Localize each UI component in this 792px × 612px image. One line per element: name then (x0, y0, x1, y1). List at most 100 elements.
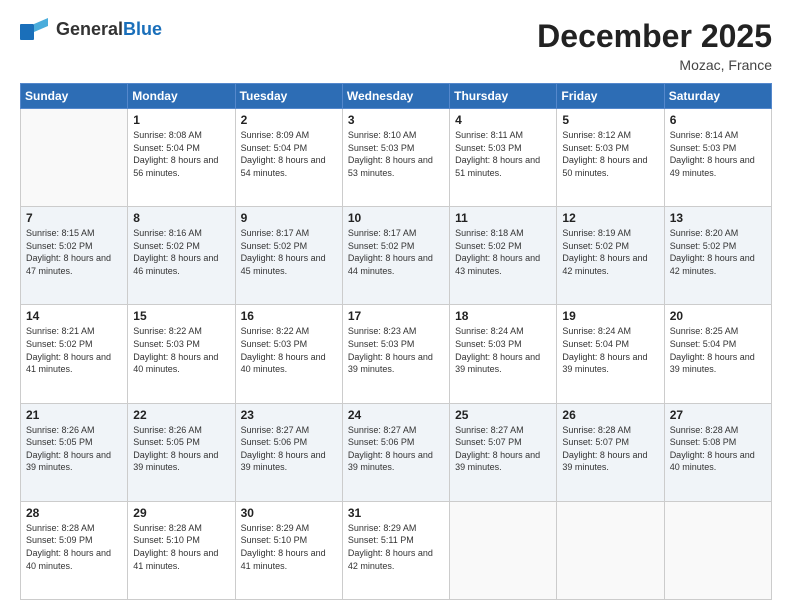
calendar-week-row: 14Sunrise: 8:21 AMSunset: 5:02 PMDayligh… (21, 305, 772, 403)
day-info: Sunrise: 8:25 AMSunset: 5:04 PMDaylight:… (670, 325, 766, 375)
day-number: 20 (670, 309, 766, 323)
day-number: 19 (562, 309, 658, 323)
calendar-cell (557, 501, 664, 599)
day-info: Sunrise: 8:21 AMSunset: 5:02 PMDaylight:… (26, 325, 122, 375)
day-info: Sunrise: 8:28 AMSunset: 5:07 PMDaylight:… (562, 424, 658, 474)
day-number: 21 (26, 408, 122, 422)
day-info: Sunrise: 8:19 AMSunset: 5:02 PMDaylight:… (562, 227, 658, 277)
day-info: Sunrise: 8:18 AMSunset: 5:02 PMDaylight:… (455, 227, 551, 277)
day-info: Sunrise: 8:27 AMSunset: 5:06 PMDaylight:… (348, 424, 444, 474)
day-info: Sunrise: 8:29 AMSunset: 5:11 PMDaylight:… (348, 522, 444, 572)
calendar-cell: 29 Sunrise: 8:28 AMSunset: 5:10 PMDayligh… (128, 501, 235, 599)
day-number: 6 (670, 113, 766, 127)
calendar-cell: 6 Sunrise: 8:14 AMSunset: 5:03 PMDaylight… (664, 109, 771, 207)
weekday-header: Saturday (664, 84, 771, 109)
day-info: Sunrise: 8:17 AMSunset: 5:02 PMDaylight:… (348, 227, 444, 277)
calendar-cell: 28Sunrise: 8:28 AMSunset: 5:09 PMDayligh… (21, 501, 128, 599)
day-number: 26 (562, 408, 658, 422)
calendar-cell: 14Sunrise: 8:21 AMSunset: 5:02 PMDayligh… (21, 305, 128, 403)
day-number: 22 (133, 408, 229, 422)
day-info: Sunrise: 8:28 AMSunset: 5:08 PMDaylight:… (670, 424, 766, 474)
logo-icon (20, 18, 52, 40)
day-number: 5 (562, 113, 658, 127)
day-info: Sunrise: 8:17 AMSunset: 5:02 PMDaylight:… (241, 227, 337, 277)
calendar-cell: 13Sunrise: 8:20 AMSunset: 5:02 PMDayligh… (664, 207, 771, 305)
calendar-cell: 26 Sunrise: 8:28 AMSunset: 5:07 PMDayligh… (557, 403, 664, 501)
day-number: 12 (562, 211, 658, 225)
weekday-header: Tuesday (235, 84, 342, 109)
calendar-cell: 16Sunrise: 8:22 AMSunset: 5:03 PMDayligh… (235, 305, 342, 403)
day-number: 10 (348, 211, 444, 225)
calendar-cell: 7 Sunrise: 8:15 AMSunset: 5:02 PMDaylight… (21, 207, 128, 305)
calendar-cell: 12 Sunrise: 8:19 AMSunset: 5:02 PMDayligh… (557, 207, 664, 305)
weekday-header: Wednesday (342, 84, 449, 109)
day-number: 9 (241, 211, 337, 225)
calendar-cell (664, 501, 771, 599)
day-number: 25 (455, 408, 551, 422)
day-number: 16 (241, 309, 337, 323)
day-info: Sunrise: 8:28 AMSunset: 5:10 PMDaylight:… (133, 522, 229, 572)
day-number: 24 (348, 408, 444, 422)
calendar-cell: 11Sunrise: 8:18 AMSunset: 5:02 PMDayligh… (450, 207, 557, 305)
calendar-cell (21, 109, 128, 207)
day-number: 31 (348, 506, 444, 520)
day-number: 1 (133, 113, 229, 127)
day-info: Sunrise: 8:22 AMSunset: 5:03 PMDaylight:… (133, 325, 229, 375)
calendar-cell: 3 Sunrise: 8:10 AMSunset: 5:03 PMDaylight… (342, 109, 449, 207)
calendar-cell: 30Sunrise: 8:29 AMSunset: 5:10 PMDayligh… (235, 501, 342, 599)
title-section: December 2025 Mozac, France (537, 18, 772, 73)
calendar-cell: 20 Sunrise: 8:25 AMSunset: 5:04 PMDayligh… (664, 305, 771, 403)
calendar-cell: 18 Sunrise: 8:24 AMSunset: 5:03 PMDayligh… (450, 305, 557, 403)
day-number: 17 (348, 309, 444, 323)
day-info: Sunrise: 8:24 AMSunset: 5:04 PMDaylight:… (562, 325, 658, 375)
calendar-cell: 8Sunrise: 8:16 AMSunset: 5:02 PMDaylight… (128, 207, 235, 305)
calendar-cell: 1 Sunrise: 8:08 AMSunset: 5:04 PMDaylight… (128, 109, 235, 207)
day-number: 3 (348, 113, 444, 127)
calendar-cell: 21Sunrise: 8:26 AMSunset: 5:05 PMDayligh… (21, 403, 128, 501)
calendar-cell: 9 Sunrise: 8:17 AMSunset: 5:02 PMDaylight… (235, 207, 342, 305)
day-info: Sunrise: 8:23 AMSunset: 5:03 PMDaylight:… (348, 325, 444, 375)
day-number: 29 (133, 506, 229, 520)
calendar-week-row: 7 Sunrise: 8:15 AMSunset: 5:02 PMDaylight… (21, 207, 772, 305)
day-info: Sunrise: 8:09 AMSunset: 5:04 PMDaylight:… (241, 129, 337, 179)
logo: GeneralBlue (20, 18, 162, 40)
weekday-header: Sunday (21, 84, 128, 109)
day-info: Sunrise: 8:20 AMSunset: 5:02 PMDaylight:… (670, 227, 766, 277)
day-info: Sunrise: 8:10 AMSunset: 5:03 PMDaylight:… (348, 129, 444, 179)
header: GeneralBlue December 2025 Mozac, France (20, 18, 772, 73)
day-number: 2 (241, 113, 337, 127)
day-info: Sunrise: 8:14 AMSunset: 5:03 PMDaylight:… (670, 129, 766, 179)
day-number: 23 (241, 408, 337, 422)
calendar-cell: 27 Sunrise: 8:28 AMSunset: 5:08 PMDayligh… (664, 403, 771, 501)
day-number: 18 (455, 309, 551, 323)
weekday-header: Friday (557, 84, 664, 109)
month-title: December 2025 (537, 18, 772, 55)
day-info: Sunrise: 8:12 AMSunset: 5:03 PMDaylight:… (562, 129, 658, 179)
calendar-header-row: SundayMondayTuesdayWednesdayThursdayFrid… (21, 84, 772, 109)
day-info: Sunrise: 8:29 AMSunset: 5:10 PMDaylight:… (241, 522, 337, 572)
calendar-week-row: 28Sunrise: 8:28 AMSunset: 5:09 PMDayligh… (21, 501, 772, 599)
day-info: Sunrise: 8:27 AMSunset: 5:07 PMDaylight:… (455, 424, 551, 474)
calendar-week-row: 21Sunrise: 8:26 AMSunset: 5:05 PMDayligh… (21, 403, 772, 501)
calendar-cell: 2 Sunrise: 8:09 AMSunset: 5:04 PMDaylight… (235, 109, 342, 207)
day-info: Sunrise: 8:11 AMSunset: 5:03 PMDaylight:… (455, 129, 551, 179)
calendar-cell: 5 Sunrise: 8:12 AMSunset: 5:03 PMDaylight… (557, 109, 664, 207)
calendar-cell: 17 Sunrise: 8:23 AMSunset: 5:03 PMDayligh… (342, 305, 449, 403)
calendar-cell (450, 501, 557, 599)
weekday-header: Thursday (450, 84, 557, 109)
logo-text: GeneralBlue (56, 19, 162, 40)
day-info: Sunrise: 8:08 AMSunset: 5:04 PMDaylight:… (133, 129, 229, 179)
calendar-cell: 4 Sunrise: 8:11 AMSunset: 5:03 PMDaylight… (450, 109, 557, 207)
day-number: 15 (133, 309, 229, 323)
day-number: 4 (455, 113, 551, 127)
location: Mozac, France (537, 57, 772, 73)
day-number: 7 (26, 211, 122, 225)
calendar-table: SundayMondayTuesdayWednesdayThursdayFrid… (20, 83, 772, 600)
calendar-cell: 22Sunrise: 8:26 AMSunset: 5:05 PMDayligh… (128, 403, 235, 501)
day-info: Sunrise: 8:15 AMSunset: 5:02 PMDaylight:… (26, 227, 122, 277)
day-number: 27 (670, 408, 766, 422)
calendar-cell: 19 Sunrise: 8:24 AMSunset: 5:04 PMDayligh… (557, 305, 664, 403)
calendar-cell: 10 Sunrise: 8:17 AMSunset: 5:02 PMDayligh… (342, 207, 449, 305)
day-info: Sunrise: 8:24 AMSunset: 5:03 PMDaylight:… (455, 325, 551, 375)
page: GeneralBlue December 2025 Mozac, France … (0, 0, 792, 612)
